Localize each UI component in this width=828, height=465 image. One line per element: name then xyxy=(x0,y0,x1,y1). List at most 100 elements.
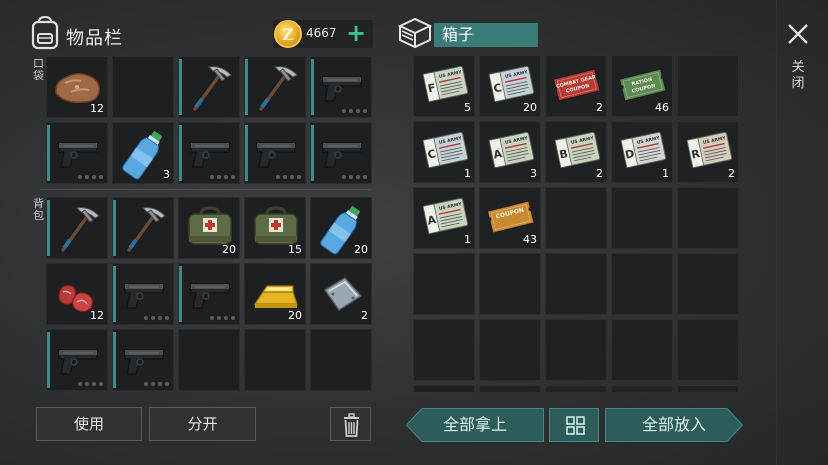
box-slot[interactable]: A US ARMY 1 xyxy=(413,187,475,249)
empty-slot[interactable] xyxy=(112,56,174,118)
inventory-slot[interactable]: 20 xyxy=(310,197,372,259)
item-count: 3 xyxy=(163,168,170,181)
ammo-dots xyxy=(210,316,235,320)
empty-slot[interactable] xyxy=(677,253,739,315)
item-count: 12 xyxy=(90,102,104,115)
empty-slot[interactable] xyxy=(545,253,607,315)
inventory-slot[interactable] xyxy=(178,263,240,325)
empty-slot[interactable] xyxy=(479,319,541,381)
inventory-slot[interactable] xyxy=(244,56,306,118)
inventory-slot[interactable]: 15 xyxy=(244,197,306,259)
inventory-slot[interactable] xyxy=(244,122,306,184)
empty-slot[interactable] xyxy=(244,329,306,391)
box-slot[interactable]: C US ARMY 20 xyxy=(479,55,541,117)
inventory-slot[interactable] xyxy=(46,122,108,184)
item-count: 43 xyxy=(523,233,537,246)
item-count: 20 xyxy=(222,243,236,256)
inventory-slot[interactable] xyxy=(46,197,108,259)
item-count: 46 xyxy=(655,101,669,114)
empty-slot[interactable] xyxy=(479,385,541,392)
ammo-dots xyxy=(78,382,103,386)
inventory-slot[interactable] xyxy=(112,329,174,391)
pocket-backpack-divider xyxy=(40,189,371,190)
item-count: 12 xyxy=(90,309,104,322)
ammo-dots xyxy=(342,109,367,113)
coin-count: 4667 xyxy=(306,26,337,40)
empty-slot[interactable] xyxy=(413,253,475,315)
item-count: 2 xyxy=(596,167,603,180)
close-icon[interactable] xyxy=(784,20,812,48)
inventory-slot[interactable] xyxy=(112,263,174,325)
inventory-slot[interactable]: 20 xyxy=(178,197,240,259)
item-count: 3 xyxy=(530,167,537,180)
trash-button[interactable] xyxy=(330,407,371,441)
item-count: 20 xyxy=(523,101,537,114)
box-icon xyxy=(397,17,433,49)
box-slot[interactable]: COMBAT GEAR COUPON 2 xyxy=(545,55,607,117)
use-button[interactable]: 使用 xyxy=(36,407,142,441)
empty-slot[interactable] xyxy=(310,329,372,391)
trash-icon xyxy=(344,413,359,437)
ammo-dots xyxy=(144,382,169,386)
box-slot[interactable]: D US ARMY 1 xyxy=(611,121,673,183)
empty-slot[interactable] xyxy=(413,385,475,392)
backpack-icon xyxy=(30,15,60,50)
add-coins-button[interactable]: + xyxy=(346,20,366,46)
empty-slot[interactable] xyxy=(178,329,240,391)
inventory-slot[interactable]: 2 xyxy=(310,263,372,325)
empty-slot[interactable] xyxy=(677,319,739,381)
item-count: 5 xyxy=(464,101,471,114)
inventory-slot[interactable]: 3 xyxy=(112,122,174,184)
pocket-label: 口袋 xyxy=(33,57,44,82)
ammo-dots xyxy=(78,175,103,179)
box-slot[interactable]: R US ARMY 2 xyxy=(677,121,739,183)
item-count: 2 xyxy=(361,309,368,322)
split-button[interactable]: 分开 xyxy=(149,407,256,441)
item-count: 1 xyxy=(464,167,471,180)
item-count: 20 xyxy=(354,243,368,256)
box-slot[interactable]: COUPON 43 xyxy=(479,187,541,249)
inventory-title: 物品栏 xyxy=(66,28,123,49)
empty-slot[interactable] xyxy=(677,187,739,249)
empty-slot[interactable] xyxy=(677,55,739,117)
take-all-button[interactable]: 全部拿上 xyxy=(406,408,544,442)
item-count: 1 xyxy=(464,233,471,246)
empty-slot[interactable] xyxy=(611,253,673,315)
box-grid: F US ARMY 5 C US ARMY 20 COMBAT GEAR COUPON 2 RAT… xyxy=(410,52,740,392)
inventory-slot[interactable]: 12 xyxy=(46,56,108,118)
ammo-dots xyxy=(276,175,301,179)
empty-slot[interactable] xyxy=(479,253,541,315)
put-all-button[interactable]: 全部放入 xyxy=(605,408,743,442)
inventory-slot[interactable] xyxy=(112,197,174,259)
box-title: 箱子 xyxy=(434,23,538,47)
inventory-slot[interactable]: 12 xyxy=(46,263,108,325)
box-slot[interactable]: A US ARMY 3 xyxy=(479,121,541,183)
inventory-slot[interactable]: 20 xyxy=(244,263,306,325)
inventory-slot[interactable] xyxy=(310,56,372,118)
empty-slot[interactable] xyxy=(545,187,607,249)
item-count: 2 xyxy=(728,167,735,180)
close-label[interactable]: 关闭 xyxy=(790,60,806,92)
ammo-dots xyxy=(210,175,235,179)
inventory-slot[interactable] xyxy=(178,122,240,184)
empty-slot[interactable] xyxy=(611,385,673,392)
empty-slot[interactable] xyxy=(611,319,673,381)
ammo-dots xyxy=(144,316,169,320)
empty-slot[interactable] xyxy=(413,319,475,381)
inventory-slot[interactable] xyxy=(310,122,372,184)
empty-slot[interactable] xyxy=(677,385,739,392)
box-slot[interactable]: F US ARMY 5 xyxy=(413,55,475,117)
box-slot[interactable]: B US ARMY 2 xyxy=(545,121,607,183)
box-slot[interactable]: C US ARMY 1 xyxy=(413,121,475,183)
empty-slot[interactable] xyxy=(545,319,607,381)
put-all-label: 全部放入 xyxy=(641,415,706,434)
inventory-slot[interactable] xyxy=(178,56,240,118)
empty-slot[interactable] xyxy=(611,187,673,249)
item-count: 15 xyxy=(288,243,302,256)
backpack-label: 背包 xyxy=(33,197,44,222)
box-slot[interactable]: RATION COUPON 46 xyxy=(611,55,673,117)
inventory-slot[interactable] xyxy=(46,329,108,391)
empty-slot[interactable] xyxy=(545,385,607,392)
sort-button[interactable] xyxy=(549,408,599,442)
grid-sort-icon xyxy=(566,416,585,435)
